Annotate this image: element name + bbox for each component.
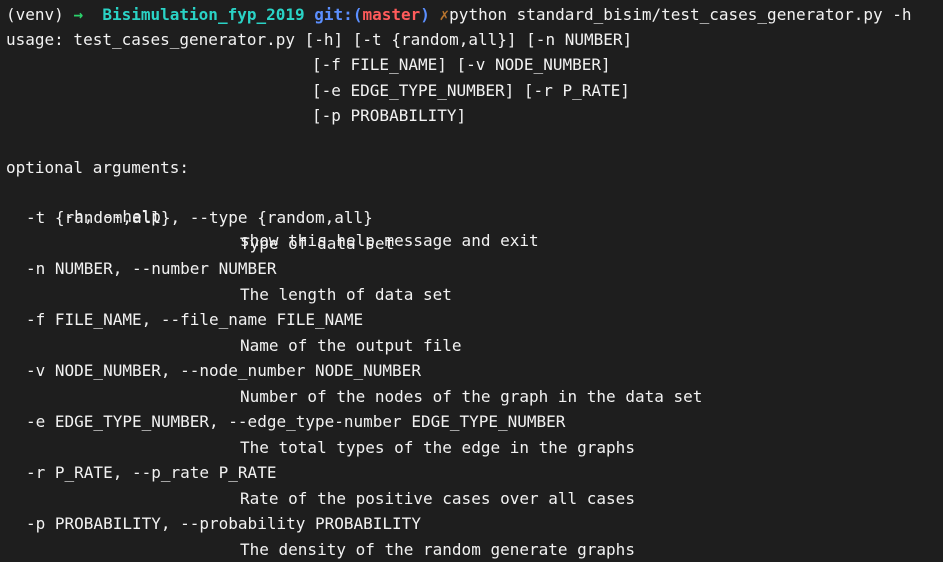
- argument-flag: -r P_RATE, --p_rate P_RATE: [26, 463, 277, 482]
- argument-flag: -t {random,all}, --type {random,all}: [26, 208, 373, 227]
- argument-description: Name of the output file: [240, 336, 462, 355]
- argument-description: The total types of the edge in the graph…: [240, 438, 635, 457]
- argument-flag: -p PROBABILITY, --probability PROBABILIT…: [26, 514, 421, 533]
- git-paren-close: ): [420, 5, 430, 24]
- usage-line: usage: test_cases_generator.py [-h] [-t …: [6, 30, 633, 49]
- prompt-line: (venv) → Bisimulation_fyp_2019 git:(mast…: [6, 3, 912, 27]
- dirty-marker-icon: ✗: [439, 5, 450, 24]
- argument-description: Rate of the positive cases over all case…: [240, 489, 635, 508]
- argument-flag: -e EDGE_TYPE_NUMBER, --edge_type-number …: [26, 412, 566, 431]
- usage-line: [-f FILE_NAME] [-v NODE_NUMBER]: [312, 55, 611, 74]
- prompt-arrow-icon: →: [73, 5, 84, 24]
- usage-line: [-e EDGE_TYPE_NUMBER] [-r P_RATE]: [312, 81, 630, 100]
- argument-flag: -f FILE_NAME, --file_name FILE_NAME: [26, 310, 364, 329]
- terminal-window[interactable]: (venv) → Bisimulation_fyp_2019 git:(mast…: [0, 0, 943, 560]
- argument-description: The density of the random generate graph…: [240, 540, 635, 559]
- usage-line: [-p PROBABILITY]: [312, 106, 467, 125]
- git-paren-open: (: [352, 5, 363, 24]
- venv-indicator: (venv): [6, 5, 64, 24]
- git-label: git:: [314, 5, 353, 24]
- argument-row: -h, --help show this help message and ex…: [26, 181, 926, 250]
- section-header: optional arguments:: [6, 158, 190, 177]
- argument-description: Type of data set: [240, 234, 395, 253]
- git-branch: master: [362, 5, 421, 24]
- current-directory: Bisimulation_fyp_2019: [102, 5, 305, 24]
- argument-flag: -n NUMBER, --number NUMBER: [26, 259, 277, 278]
- command-text: python standard_bisim/test_cases_generat…: [449, 5, 912, 24]
- argument-description: The length of data set: [240, 285, 452, 304]
- argument-description: Number of the nodes of the graph in the …: [240, 387, 703, 406]
- argument-flag: -v NODE_NUMBER, --node_number NODE_NUMBE…: [26, 361, 421, 380]
